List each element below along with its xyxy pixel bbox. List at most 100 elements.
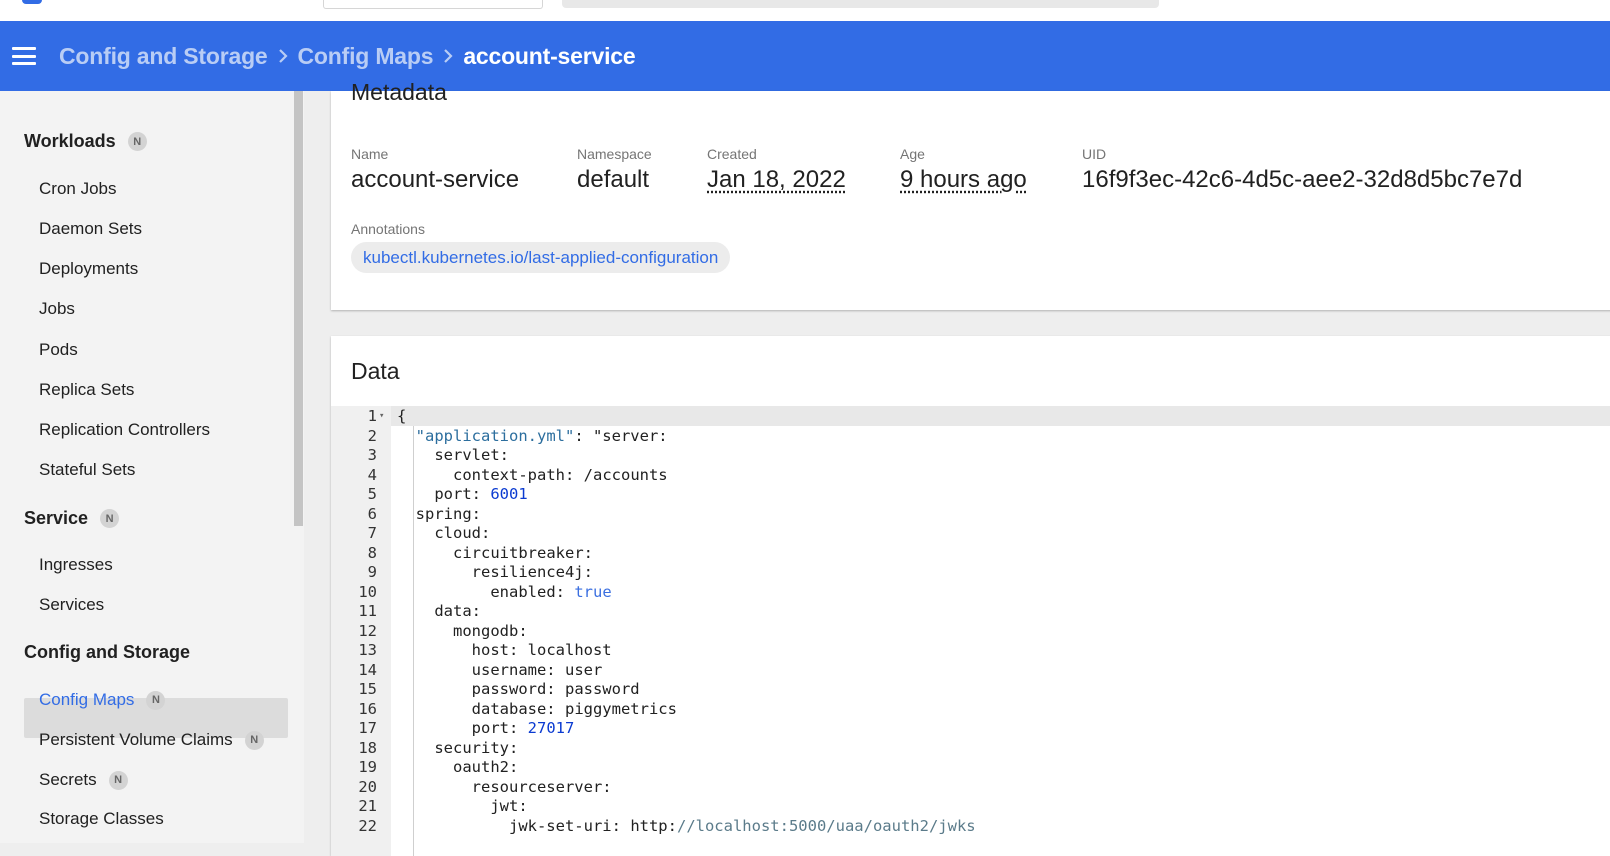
namespaced-badge: N	[108, 770, 128, 790]
sidebar-section-config-and-storage[interactable]: Config and Storage	[24, 642, 190, 663]
code-text: mongodb:	[453, 621, 528, 640]
line-number: 10	[358, 582, 377, 601]
field-label: UID	[1082, 146, 1107, 162]
code-text: port: 27017	[471, 719, 575, 737]
line-number: 22	[358, 816, 377, 835]
line-number: 3	[367, 446, 377, 464]
metadata-created: Created Jan 18, 2022	[707, 146, 846, 194]
line-number: 13	[358, 641, 377, 659]
namespaced-badge: N	[146, 690, 166, 710]
line-number: 4	[367, 465, 377, 484]
line-number: 17	[358, 719, 377, 737]
code-text: security:	[434, 738, 519, 757]
sidebar-item-daemon-sets[interactable]: Daemon Sets	[39, 219, 142, 239]
code-text: oauth2:	[453, 758, 519, 776]
fold-toggle-icon[interactable]: ▾	[379, 406, 384, 426]
metadata-age: Age 9 hours ago	[900, 146, 1027, 194]
top-toolbar	[0, 0, 1610, 21]
sidebar-item-config-maps[interactable]: Config Maps N	[39, 690, 166, 710]
code-text: password: password	[471, 680, 640, 698]
metadata-annotations: Annotations	[351, 221, 425, 237]
field-value[interactable]: 9 hours ago	[900, 166, 1027, 194]
field-label: Namespace	[577, 146, 652, 162]
metadata-name: Name account-service	[351, 146, 519, 194]
code-text: spring:	[415, 504, 481, 523]
code-text: resilience4j:	[471, 563, 593, 581]
field-label: Name	[351, 146, 389, 162]
code-text: host: localhost	[471, 641, 612, 659]
line-number: 18	[358, 738, 377, 757]
chevron-right-icon	[433, 48, 463, 64]
sidebar-section-label: Service	[24, 508, 89, 528]
code-text: jwk-set-uri: http://localhost:5000/uaa/o…	[508, 816, 976, 835]
annotation-chip[interactable]: kubectl.kubernetes.io/last-applied-confi…	[351, 242, 731, 273]
sidebar-item-jobs[interactable]: Jobs	[39, 299, 75, 319]
line-number: 16	[358, 699, 377, 718]
sidebar-item-pods[interactable]: Pods	[39, 340, 78, 360]
code-editor[interactable]: 1 ▾ {2 "application.yml": "server: 3 servle…	[331, 406, 1610, 856]
chevron-right-icon	[268, 48, 298, 64]
sidebar-item-label: Secrets	[39, 770, 97, 789]
sidebar-item-secrets[interactable]: Secrets N	[39, 770, 128, 790]
line-number: 15	[358, 680, 377, 698]
field-value: account-service	[351, 166, 520, 193]
sidebar-item-cron-jobs[interactable]: Cron Jobs	[39, 179, 116, 199]
metadata-card: Metadata Name account-service Namespace …	[331, 79, 1610, 310]
sidebar-item-label: Persistent Volume Claims	[39, 730, 233, 749]
sidebar-section-service[interactable]: Service N	[24, 508, 120, 529]
code-text: servlet:	[434, 446, 509, 464]
search-input[interactable]	[562, 0, 1159, 8]
line-number: 12	[358, 621, 377, 640]
breadcrumb-current: account-service	[463, 42, 636, 69]
sidebar-section-label: Config and Storage	[24, 642, 190, 662]
line-number: 2	[367, 426, 377, 445]
line-number: 9	[367, 563, 377, 581]
field-value[interactable]: Jan 18, 2022	[707, 166, 846, 194]
line-number: 5	[367, 485, 377, 503]
sidebar-item-replication-controllers[interactable]: Replication Controllers	[39, 420, 210, 440]
namespace-selector[interactable]	[323, 0, 543, 9]
metadata-uid: UID 16f9f3ec-42c6-4d5c-aee2-32d8d5bc7e7d	[1082, 146, 1522, 194]
app-header: Config and Storage Config Maps account-s…	[0, 21, 1610, 91]
sidebar-item-stateful-sets[interactable]: Stateful Sets	[39, 460, 135, 480]
breadcrumb-config-and-storage[interactable]: Config and Storage	[59, 43, 268, 70]
line-number: 7	[367, 524, 377, 542]
field-value: 16f9f3ec-42c6-4d5c-aee2-32d8d5bc7e7d	[1082, 166, 1523, 193]
editor-active-line	[391, 406, 1610, 426]
code-text: {	[397, 407, 407, 425]
line-number: 6	[367, 504, 377, 523]
field-label: Annotations	[351, 221, 425, 237]
data-title: Data	[351, 358, 400, 384]
code-text: resourceserver:	[471, 777, 612, 796]
sidebar-section-label: Workloads	[24, 131, 116, 151]
hamburger-menu-icon[interactable]	[12, 47, 36, 65]
sidebar-item-services[interactable]: Services	[39, 595, 104, 615]
sidebar-item-storage-classes[interactable]: Storage Classes	[39, 809, 164, 829]
code-text: database: piggymetrics	[471, 699, 677, 718]
namespaced-badge: N	[127, 132, 147, 151]
sidebar-item-deployments[interactable]: Deployments	[39, 259, 138, 279]
line-number: 20	[358, 777, 377, 796]
code-text: username: user	[471, 660, 603, 679]
sidebar-scrollbar[interactable]	[294, 91, 303, 526]
breadcrumb: Config and Storage Config Maps account-s…	[59, 42, 636, 70]
line-number: 1	[367, 407, 377, 425]
line-number: 21	[358, 797, 377, 815]
kubernetes-logo-icon[interactable]	[22, 0, 42, 4]
data-card: Data 1 ▾ {2 "application.yml": "server: 3 s…	[331, 336, 1610, 856]
line-number: 8	[367, 543, 377, 562]
sidebar: Workloads N Cron Jobs Daemon Sets Deploy…	[0, 91, 304, 843]
sidebar-item-persistent-volume-claims[interactable]: Persistent Volume Claims N	[39, 730, 264, 750]
line-number: 19	[358, 758, 377, 776]
sidebar-item-replica-sets[interactable]: Replica Sets	[39, 380, 134, 400]
breadcrumb-config-maps[interactable]: Config Maps	[298, 43, 434, 70]
field-value: default	[577, 166, 650, 193]
field-label: Age	[900, 146, 925, 162]
sidebar-section-workloads[interactable]: Workloads N	[24, 131, 147, 152]
code-text: cloud:	[434, 524, 491, 542]
namespaced-badge: N	[244, 730, 264, 750]
code-text: "application.yml": "server:	[415, 426, 668, 445]
code-text: port: 6001	[434, 485, 528, 503]
line-number: 11	[358, 602, 377, 620]
sidebar-item-ingresses[interactable]: Ingresses	[39, 555, 113, 575]
